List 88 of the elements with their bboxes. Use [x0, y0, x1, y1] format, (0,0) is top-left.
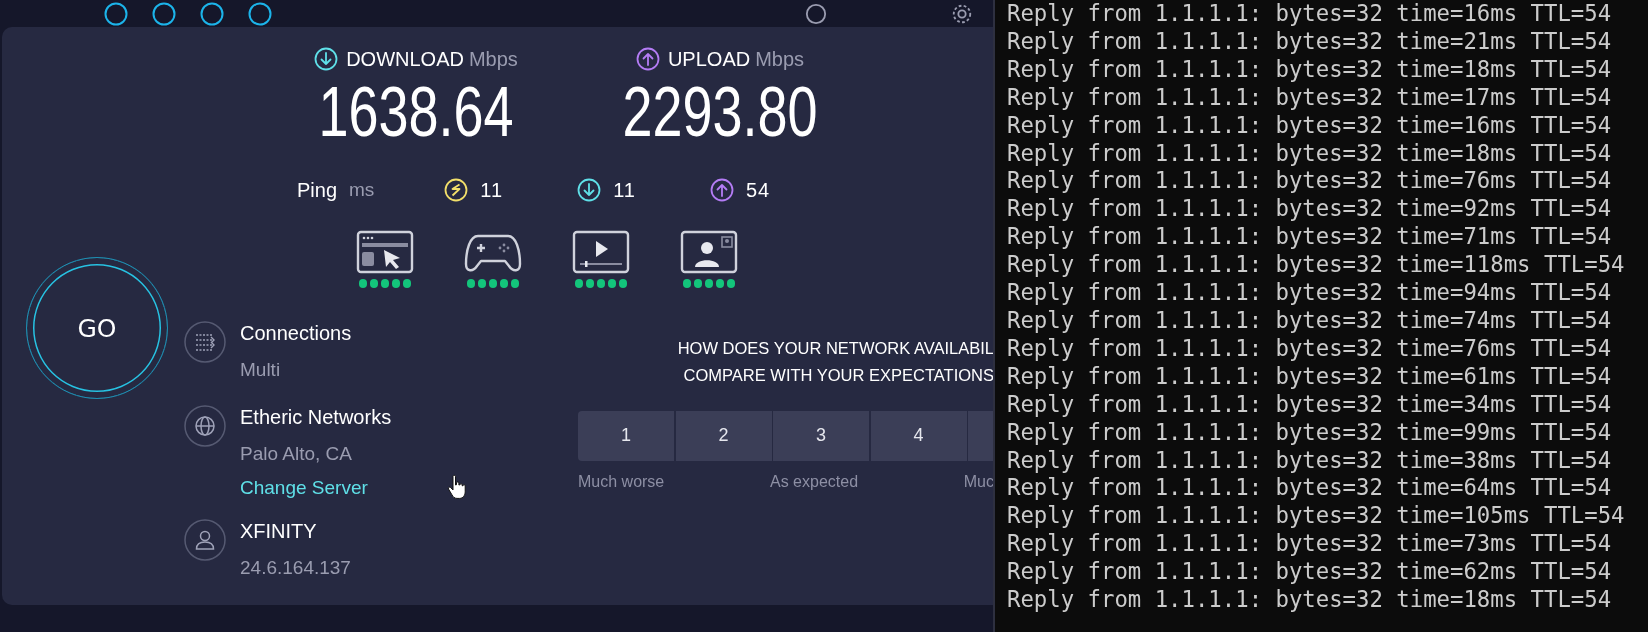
arrows-icon — [184, 320, 226, 363]
globe-icon — [184, 404, 226, 447]
circle-icon[interactable] — [805, 2, 827, 25]
rating-dot — [682, 279, 692, 288]
rating-dot — [369, 279, 379, 288]
rating-dot — [607, 279, 617, 288]
rating-dot — [618, 279, 628, 288]
metric-unit: Mbps — [468, 47, 518, 71]
rating-dot — [466, 279, 476, 288]
terminal-line: Reply from 1.1.1.1: bytes=32 time=76ms TTL=54 — [1007, 167, 1613, 196]
survey-question: HOW DOES YOUR NETWORK AVAILABIL — [677, 338, 993, 358]
share-circle-icon[interactable] — [152, 1, 176, 26]
info-title: XFINITY — [240, 518, 318, 544]
ping-value: 11 — [613, 178, 636, 202]
rating-dot — [715, 279, 725, 288]
terminal-line: Reply from 1.1.1.1: bytes=32 time=16ms TTL=54 — [1007, 111, 1613, 140]
settings-icon[interactable] — [951, 2, 973, 25]
terminal-line: Reply from 1.1.1.1: bytes=32 time=76ms TTL=54 — [1007, 334, 1613, 363]
terminal-line: Reply from 1.1.1.1: bytes=32 time=118ms TTL=54 — [1007, 251, 1626, 280]
ping-label: Ping — [297, 178, 338, 202]
info-title: Etheric Networks — [240, 404, 392, 430]
terminal-line: Reply from 1.1.1.1: bytes=32 time=105ms TTL=54 — [1007, 502, 1626, 531]
hand-cursor-icon — [447, 474, 467, 500]
speed-value: 2293.80 — [622, 72, 818, 150]
rating-dot — [726, 279, 736, 288]
terminal-line: Reply from 1.1.1.1: bytes=32 time=18ms TTL=54 — [1007, 139, 1613, 168]
rating-dot — [402, 279, 412, 288]
metric-label: DOWNLOAD — [346, 47, 464, 71]
rating-dot — [380, 279, 390, 288]
contact-card-icon — [680, 230, 738, 274]
change-server-link[interactable]: Change Server — [240, 472, 392, 503]
upload-icon — [709, 178, 734, 202]
rating-dot — [574, 279, 584, 288]
go-button[interactable]: GO — [26, 257, 168, 399]
rating-button[interactable]: 2 — [675, 410, 772, 461]
jitter-icon — [444, 178, 469, 202]
download-icon — [314, 47, 339, 71]
ping-value: 54 — [745, 178, 771, 202]
rating-dot — [391, 279, 401, 288]
terminal-line: Reply from 1.1.1.1: bytes=32 time=74ms TTL=54 — [1007, 306, 1613, 335]
terminal-line: Reply from 1.1.1.1: bytes=32 time=64ms TTL=54 — [1007, 474, 1613, 503]
scale-label: As expected — [769, 472, 859, 491]
info-detail: Multi — [240, 357, 282, 382]
rating-button[interactable]: 3 — [773, 410, 869, 461]
terminal-line: Reply from 1.1.1.1: bytes=32 time=21ms TTL=54 — [1007, 27, 1613, 56]
rating-button[interactable]: 1 — [578, 410, 674, 461]
terminal-line: Reply from 1.1.1.1: bytes=32 time=18ms TTL=54 — [1007, 55, 1613, 84]
terminal-line: Reply from 1.1.1.1: bytes=32 time=92ms TTL=54 — [1007, 195, 1613, 224]
terminal-line: Reply from 1.1.1.1: bytes=32 time=71ms TTL=54 — [1007, 223, 1613, 252]
info-title: Connections — [240, 320, 352, 346]
ping-value: 11 — [480, 178, 504, 202]
download-icon — [577, 178, 602, 202]
survey-question: COMPARE WITH YOUR EXPECTATIONS — [683, 365, 993, 385]
speed-value: 1638.64 — [318, 72, 514, 150]
terminal-line: Reply from 1.1.1.1: bytes=32 time=99ms TTL=54 — [1007, 418, 1613, 447]
upload-icon — [635, 47, 660, 71]
rating-button[interactable]: 4 — [870, 410, 967, 461]
rating-dot — [499, 279, 509, 288]
terminal-line: Reply from 1.1.1.1: bytes=32 time=17ms TTL=54 — [1007, 83, 1613, 112]
rating-dot — [585, 279, 595, 288]
terminal-line: Reply from 1.1.1.1: bytes=32 time=18ms TTL=54 — [1007, 586, 1613, 614]
scale-label: Much worse — [578, 472, 665, 491]
terminal-line: Reply from 1.1.1.1: bytes=32 time=94ms TTL=54 — [1007, 279, 1613, 307]
rating-dot — [704, 279, 714, 288]
browser-window-icon — [356, 230, 414, 274]
info-detail: 24.6.164.137 — [240, 555, 351, 580]
terminal-line: Reply from 1.1.1.1: bytes=32 time=34ms TTL=54 — [1007, 390, 1613, 419]
metric-unit: Mbps — [755, 47, 805, 71]
terminal-line: Reply from 1.1.1.1: bytes=32 time=62ms TTL=54 — [1007, 558, 1613, 587]
metric-label: UPLOAD — [667, 47, 751, 71]
ping-unit: ms — [349, 179, 375, 201]
scale-label: Muc — [963, 472, 993, 491]
terminal-line: Reply from 1.1.1.1: bytes=32 time=38ms TTL=54 — [1007, 446, 1613, 475]
rating-dot — [358, 279, 368, 288]
share-circle-icon[interactable] — [104, 1, 128, 26]
rating-dot — [693, 279, 703, 288]
rating-dot — [596, 279, 606, 288]
video-player-icon — [572, 230, 630, 274]
user-icon — [184, 518, 226, 561]
terminal-line: Reply from 1.1.1.1: bytes=32 time=73ms TTL=54 — [1007, 530, 1613, 559]
share-circle-icon[interactable] — [200, 1, 224, 26]
share-circle-icon[interactable] — [248, 1, 272, 26]
terminal-line: Reply from 1.1.1.1: bytes=32 time=16ms TTL=54 — [1007, 0, 1613, 28]
terminal-line: Reply from 1.1.1.1: bytes=32 time=61ms TTL=54 — [1007, 362, 1613, 391]
info-detail: Palo Alto, CA — [240, 441, 353, 466]
rating-dot — [477, 279, 487, 288]
rating-dot — [510, 279, 520, 288]
rating-dot — [488, 279, 498, 288]
